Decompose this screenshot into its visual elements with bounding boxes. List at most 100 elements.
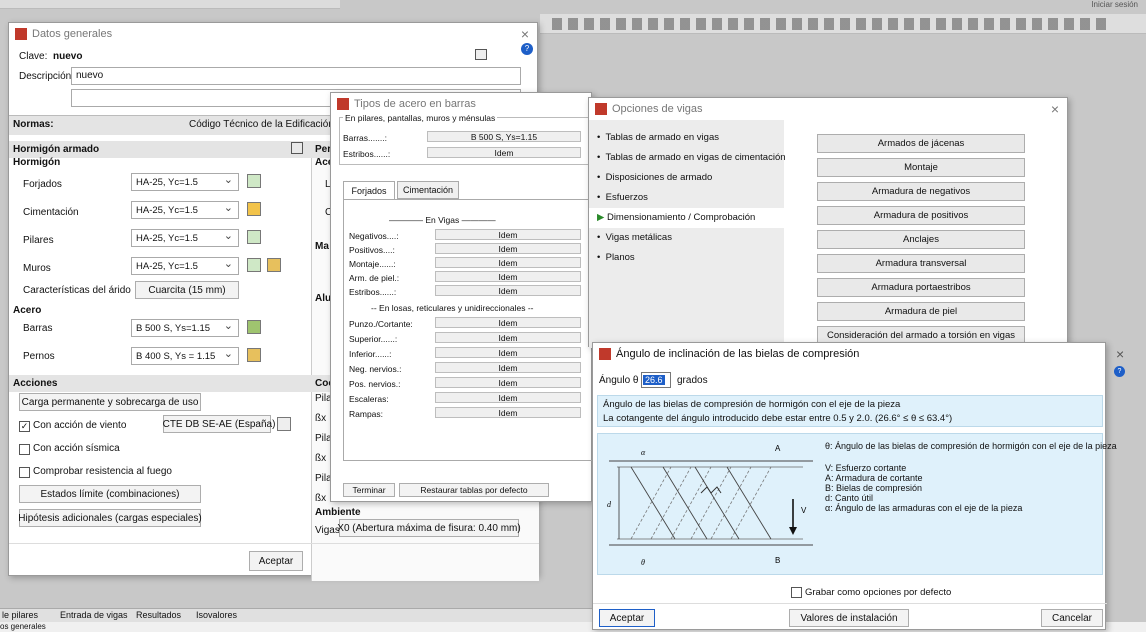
viento-norma: CTE DB SE-AE (España) (162, 418, 276, 430)
tab-entrada-vigas[interactable]: Entrada de vigas (60, 610, 128, 620)
vigas-row-value[interactable]: Idem (435, 243, 581, 254)
estados-button[interactable]: Estados límite (combinaciones) (19, 485, 201, 503)
datos-generales-titlebar[interactable]: Datos generales (9, 23, 537, 45)
pilares-label: Pilares (23, 235, 54, 246)
barras-acero-value[interactable]: B 500 S, Ys=1.15 (427, 131, 581, 142)
vigas-row-value[interactable]: Idem (435, 285, 581, 296)
nav-item[interactable]: • Tablas de armado en vigas de cimentaci… (597, 152, 786, 163)
opciones-vigas-titlebar[interactable]: Opciones de vigas (589, 98, 1067, 120)
viento-norma-button[interactable]: CTE DB SE-AE (España) (163, 415, 275, 433)
losas-row-value[interactable]: Idem (435, 317, 581, 328)
nav-item[interactable]: ▶ Dimensionamiento / Comprobación (597, 212, 755, 223)
angulo-titlebar[interactable]: Ángulo de inclinación de las bielas de c… (593, 343, 1105, 365)
shear-arrowhead (789, 527, 797, 535)
pilares-icon[interactable] (247, 230, 261, 244)
compression-struts (630, 466, 772, 540)
descripcion-input[interactable]: nuevo (71, 67, 521, 85)
tab-isovalores[interactable]: Isovalores (196, 610, 237, 620)
hormigon-label: Hormigón (13, 157, 61, 168)
negativos-button[interactable]: Armadura de negativos (817, 182, 1025, 201)
losas-row-value[interactable]: Idem (435, 332, 581, 343)
armados-jacenas-button[interactable]: Armados de jácenas (817, 134, 1025, 153)
fuego-label: Comprobar resistencia al fuego (33, 466, 172, 477)
piel-button[interactable]: Armadura de piel (817, 302, 1025, 321)
opciones-vigas-window: Opciones de vigas × • Tablas de armado e… (588, 97, 1068, 348)
cancelar-button[interactable]: Cancelar (1041, 609, 1103, 627)
carga-button[interactable]: Carga permanente y sobrecarga de uso (19, 393, 201, 411)
col2-bx-2: ßx (315, 453, 327, 464)
tipos-acero-titlebar[interactable]: Tipos de acero en barras (331, 93, 591, 115)
portaestribos-button[interactable]: Armadura portaestribos (817, 278, 1025, 297)
pernos-label: Pernos (23, 351, 55, 362)
transversal-button[interactable]: Armadura transversal (817, 254, 1025, 273)
muros-icon[interactable] (247, 258, 261, 272)
sismica-checkbox[interactable] (19, 444, 30, 455)
nav-item[interactable]: • Vigas metálicas (597, 232, 672, 243)
angulo-label: Ángulo θ (599, 375, 639, 386)
cimentacion-select[interactable]: HA-25, Yc=1.5 (131, 201, 239, 219)
fuego-checkbox[interactable] (19, 467, 30, 478)
close-icon[interactable]: × (1116, 346, 1124, 362)
angulo-input[interactable]: 26.6 (641, 372, 671, 388)
aceptar-button[interactable]: Aceptar (599, 609, 655, 627)
losas-row-value[interactable]: Idem (435, 392, 581, 403)
losas-row-value[interactable]: Idem (435, 377, 581, 388)
muros-select[interactable]: HA-25, Yc=1.5 (131, 257, 239, 275)
positivos-button[interactable]: Armadura de positivos (817, 206, 1025, 225)
forjados-icon[interactable] (247, 174, 261, 188)
cimentacion-icon[interactable] (247, 202, 261, 216)
montaje-button[interactable]: Montaje (817, 158, 1025, 177)
vigas-row-value[interactable]: Idem (435, 271, 581, 282)
muros-icon-2[interactable] (267, 258, 281, 272)
viento-checkbox[interactable]: ✓ (19, 421, 30, 432)
tab-pilares[interactable]: le pilares (2, 610, 38, 620)
help-icon[interactable]: ? (521, 43, 533, 55)
hipotesis-button[interactable]: Hipótesis adicionales (cargas especiales… (18, 509, 202, 527)
losas-row-value[interactable]: Idem (435, 407, 581, 418)
anclajes-button[interactable]: Anclajes (817, 230, 1025, 249)
legend-line: B: Bielas de compresión (825, 483, 923, 493)
losas-row-value[interactable]: Idem (435, 347, 581, 358)
play-icon: ▶ (597, 212, 605, 223)
terminar-button[interactable]: Terminar (343, 483, 395, 497)
opciones-vigas-title: Opciones de vigas (612, 103, 703, 115)
vigas-row-value[interactable]: Idem (435, 229, 581, 240)
pernos-select[interactable]: B 400 S, Ys = 1.15 (131, 347, 239, 365)
app-icon (599, 348, 611, 360)
tipos-acero-window: Tipos de acero en barras En pilares, pan… (330, 92, 593, 502)
aceptar-button[interactable]: Aceptar (249, 551, 303, 571)
pernos-icon[interactable] (247, 348, 261, 362)
nav-item[interactable]: • Disposiciones de armado (597, 172, 712, 183)
edit-icon[interactable] (475, 49, 487, 60)
config-icon[interactable] (291, 142, 303, 154)
tab-forjados[interactable]: Forjados (343, 181, 395, 199)
viento-list-icon[interactable] (277, 417, 291, 431)
grabar-checkbox[interactable] (791, 587, 802, 598)
toolbar-icons[interactable] (552, 18, 1112, 30)
nav-item-label: Tablas de armado en vigas de cimentación (605, 152, 786, 163)
vigas-row-label: Negativos....: (349, 231, 399, 241)
barras-select[interactable]: B 500 S, Ys=1.15 (131, 319, 239, 337)
pilares-select[interactable]: HA-25, Yc=1.5 (131, 229, 239, 247)
grabar-label: Grabar como opciones por defecto (805, 587, 952, 598)
arido-button[interactable]: Cuarcita (15 mm) (135, 281, 239, 299)
login-link[interactable]: Iniciar sesión (1091, 0, 1138, 9)
restaurar-button[interactable]: Restaurar tablas por defecto (399, 483, 549, 497)
nav-item[interactable]: • Tablas de armado en vigas (597, 132, 719, 143)
losas-row-value[interactable]: Idem (435, 362, 581, 373)
close-icon[interactable]: × (521, 26, 529, 42)
normas-value[interactable]: Código Técnico de la Edificación - C (189, 119, 350, 130)
nav-item[interactable]: • Planos (597, 252, 635, 263)
tab-resultados[interactable]: Resultados (136, 610, 181, 620)
barras-icon[interactable] (247, 320, 261, 334)
vigas-ambiente-button[interactable]: X0 (Abertura máxima de fisura: 0.40 mm) (337, 519, 521, 537)
forjados-select[interactable]: HA-25, Yc=1.5 (131, 173, 239, 191)
nav-item[interactable]: • Esfuerzos (597, 192, 648, 203)
estribos-acero-value[interactable]: Idem (427, 147, 581, 158)
tab-cimentacion[interactable]: Cimentación (397, 181, 459, 199)
vigas-row-value[interactable]: Idem (435, 257, 581, 268)
close-icon[interactable]: × (1051, 101, 1059, 117)
label-alpha: α (641, 448, 646, 457)
help-icon-2[interactable]: ? (1114, 366, 1125, 377)
valores-button[interactable]: Valores de instalación (789, 609, 909, 627)
